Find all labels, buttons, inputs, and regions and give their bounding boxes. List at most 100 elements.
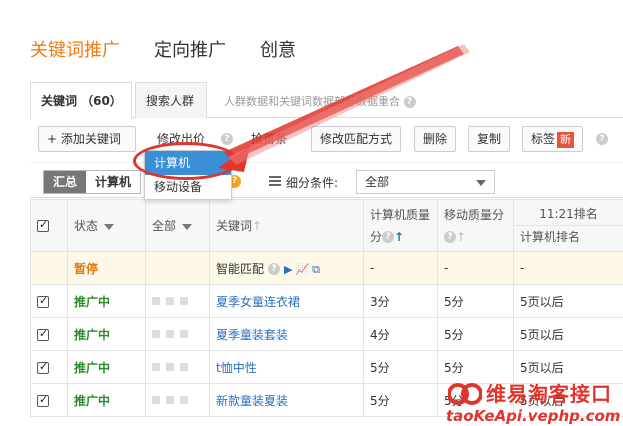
row-status: 推广中	[67, 383, 146, 417]
row-select-cell[interactable]	[30, 251, 68, 285]
row-pc-rank: 5页以后	[513, 284, 623, 318]
row-checkbox[interactable]	[37, 327, 49, 341]
row-select-cell[interactable]	[30, 317, 68, 351]
annotation-ring	[133, 142, 239, 180]
table-header-row: 状态 全部 关键词↑ 计算机质量分?↑ 移动质量分?↑ 11:21排名计算机排名	[30, 199, 623, 252]
tab-keywords[interactable]: 关键词 （60）	[30, 82, 132, 119]
row-keyword[interactable]: t恤中性	[209, 350, 364, 384]
add-keyword-button[interactable]: + 添加关键词	[38, 126, 136, 152]
row-checkbox[interactable]	[37, 294, 49, 308]
status-text: 推广中	[74, 327, 111, 342]
status-text: 暂停	[74, 261, 99, 276]
sort-icon[interactable]: ↑	[252, 219, 262, 233]
detail-condition-select[interactable]: 全部	[356, 170, 495, 194]
status-text: 推广中	[74, 294, 111, 309]
row-keyword[interactable]: 夏季童装套装	[209, 317, 364, 351]
keyword-text[interactable]: t恤中性	[216, 361, 257, 375]
row-select-cell[interactable]	[30, 284, 68, 318]
row-placeholder	[145, 251, 210, 285]
nav-creative[interactable]: 创意	[260, 36, 296, 62]
header-keyword-label: 关键词	[216, 219, 253, 233]
row-mobile-quality: 5分	[437, 284, 514, 318]
row-pc-quality: 4分	[363, 317, 438, 351]
detail-condition-value: 全部	[365, 175, 390, 189]
sub-tabs: 关键词 （60） 搜索人群 人群数据和关键词数据部分数据重合 ?	[30, 82, 623, 119]
row-status: 暂停	[67, 251, 146, 285]
list-icon	[269, 176, 281, 186]
filter-bar: 汇总 计算机 ? 细分条件: 全部	[30, 162, 623, 198]
header-status-label: 状态	[74, 219, 99, 233]
row-status: 推广中	[67, 317, 146, 351]
row-mobile-quality: 5分	[437, 317, 514, 351]
keyword-text[interactable]: 新款童装夏装	[216, 394, 288, 408]
table-row[interactable]: 推广中 夏季女童连衣裙 3分5分5页以后	[30, 284, 623, 318]
sort-icon[interactable]: ↑	[456, 230, 466, 244]
header-select-all[interactable]	[30, 199, 68, 252]
row-pc-rank: 5页以后	[513, 317, 623, 351]
chevron-down-icon	[104, 223, 115, 230]
row-keyword[interactable]: 夏季女童连衣裙	[209, 284, 364, 318]
label-button[interactable]: 标签新	[522, 126, 584, 152]
keyword-text: 智能匹配	[216, 261, 265, 276]
row-pc-rank: -	[513, 251, 623, 285]
nav-keyword-promotion[interactable]: 关键词推广	[30, 36, 120, 62]
header-mobile-quality[interactable]: 移动质量分? ↑	[437, 199, 514, 252]
row-keyword[interactable]: 智能匹配? ▶📈⧉	[209, 251, 364, 285]
status-text: 推广中	[74, 360, 111, 375]
row-checkbox[interactable]	[37, 393, 49, 407]
help-icon[interactable]: ?	[596, 133, 608, 145]
new-badge: 新	[557, 132, 575, 148]
row-placeholder	[145, 383, 210, 417]
watermark-url: taoKeApi.vephp.com	[446, 407, 621, 425]
header-rank-time: 11:21排名	[539, 207, 598, 221]
tab-note-text: 人群数据和关键词数据部分数据重合	[224, 95, 400, 108]
sort-asc-icon[interactable]: ↑	[394, 230, 404, 244]
row-placeholder	[145, 317, 210, 351]
header-rank: 11:21排名计算机排名	[513, 199, 623, 252]
chevron-down-icon	[182, 223, 193, 230]
row-select-cell[interactable]	[30, 383, 68, 417]
row-status: 推广中	[67, 284, 146, 318]
help-icon[interactable]: ?	[382, 231, 395, 243]
nav-targeted-promotion[interactable]: 定向推广	[154, 36, 226, 62]
keyword-text[interactable]: 夏季童装套装	[216, 328, 288, 342]
top-nav: 关键词推广 定向推广 创意	[30, 36, 296, 62]
chevron-down-icon	[476, 180, 486, 186]
help-icon[interactable]: ?	[403, 96, 416, 108]
keyword-text[interactable]: 夏季女童连衣裙	[216, 295, 300, 309]
status-text: 推广中	[74, 393, 111, 408]
row-status: 推广中	[67, 350, 146, 384]
action-icons[interactable]: ▶📈⧉	[284, 263, 323, 276]
header-status[interactable]: 状态	[67, 199, 146, 252]
summary-toggle[interactable]: 汇总	[44, 171, 87, 193]
row-keyword[interactable]: 新款童装夏装	[209, 383, 364, 417]
select-all-checkbox[interactable]	[37, 218, 49, 232]
header-keyword[interactable]: 关键词↑	[209, 199, 364, 252]
header-pc-quality[interactable]: 计算机质量分? ↑	[363, 199, 438, 252]
tab-audience[interactable]: 搜索人群	[135, 82, 207, 118]
row-placeholder	[145, 350, 210, 384]
header-pc-rank[interactable]: 计算机排名	[514, 225, 623, 248]
header-mobile-quality-label: 移动质量分	[444, 207, 505, 222]
table-row[interactable]: 推广中 夏季童装套装 4分5分5页以后	[30, 317, 623, 351]
help-icon[interactable]: ?	[444, 231, 456, 243]
watermark-title: 维易淘客接口	[486, 382, 612, 406]
help-icon[interactable]: ?	[268, 263, 281, 275]
row-pc-quality: 3分	[363, 284, 438, 318]
first-strip-button[interactable]: 抢首条	[242, 126, 296, 152]
row-pc-quality: 5分	[363, 350, 438, 384]
row-pc-quality: 5分	[363, 383, 438, 417]
delete-button[interactable]: 删除	[414, 126, 457, 152]
header-all-label: 全部	[152, 219, 177, 233]
watermark: 维易淘客接口 taoKeApi.vephp.com	[446, 378, 623, 426]
row-checkbox[interactable]	[37, 360, 49, 374]
modify-match-button[interactable]: 修改匹配方式	[311, 126, 402, 152]
help-icon[interactable]: ?	[221, 133, 233, 145]
computer-toggle[interactable]: 计算机	[86, 171, 140, 193]
table-row[interactable]: 暂停 智能匹配? ▶📈⧉ - - -	[30, 251, 623, 285]
row-select-cell[interactable]	[30, 350, 68, 384]
copy-button[interactable]: 复制	[468, 126, 511, 152]
tab-note: 人群数据和关键词数据部分数据重合 ?	[224, 93, 416, 109]
header-all[interactable]: 全部	[145, 199, 210, 252]
row-mobile-quality: -	[437, 251, 514, 285]
